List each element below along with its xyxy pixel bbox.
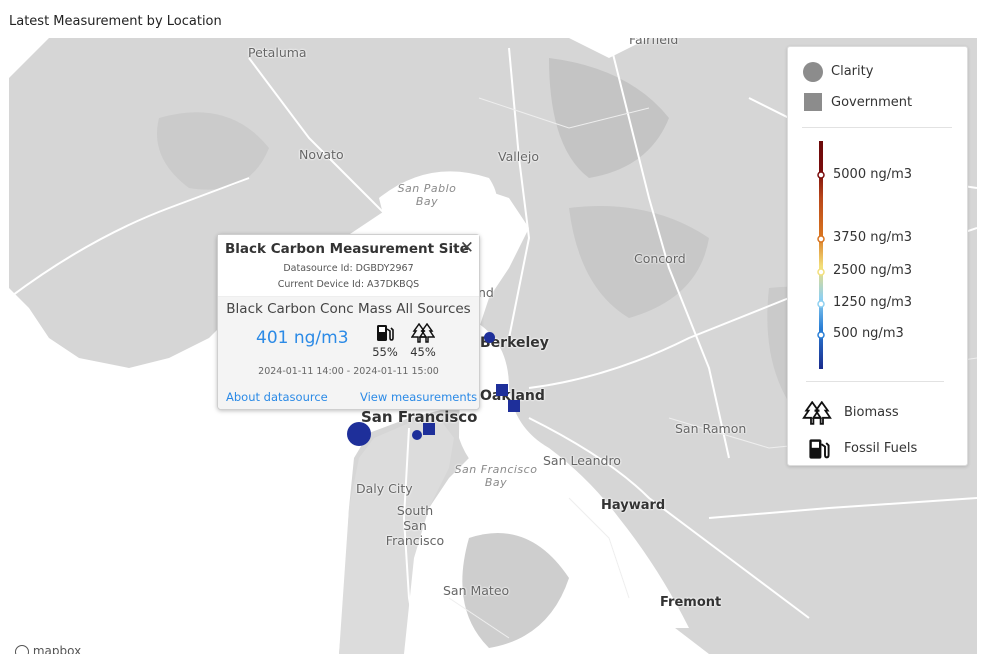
popup-title: Black Carbon Measurement Site (225, 241, 469, 257)
legend-scale-1250: 1250 ng/m3 (833, 295, 913, 310)
trees-icon (409, 322, 437, 347)
datasource-id: Datasource Id: DGBDY2967 (283, 263, 414, 274)
legend-government-label: Government (831, 95, 913, 110)
marker-clarity-large[interactable] (347, 422, 371, 446)
place-label-south-sf: South San Francisco (385, 503, 445, 548)
legend-panel: Clarity Government 5000 ng/m3 3750 ng/m3… (787, 46, 968, 466)
government-square-icon (804, 93, 822, 111)
place-label-san-ramon: San Ramon (675, 421, 747, 436)
place-label-san-leandro: San Leandro (543, 453, 621, 468)
legend-biomass-label: Biomass (844, 405, 899, 420)
time-range: 2024-01-11 14:00 - 2024-01-11 15:00 (258, 366, 439, 377)
legend-scale-2500: 2500 ng/m3 (833, 263, 913, 278)
about-datasource-link[interactable]: About datasource (226, 390, 328, 404)
mapbox-logo[interactable]: mapbox (15, 644, 81, 654)
clarity-circle-icon (803, 62, 823, 82)
color-scale-bar (817, 141, 825, 369)
fossil-fuels-percent: 55% (372, 345, 398, 359)
fuel-pump-icon (371, 323, 399, 347)
place-label-petaluma: Petaluma (248, 45, 307, 60)
legend-clarity-label: Clarity (831, 64, 874, 79)
marker-clarity-sf[interactable] (412, 430, 422, 440)
water-label-san-pablo-bay: San Pablo Bay (397, 182, 457, 208)
legend-scale-500: 500 ng/m3 (833, 326, 904, 341)
marker-government-oakland-1[interactable] (496, 384, 508, 396)
biomass-percent: 45% (410, 345, 436, 359)
place-label-richmond-partial: nd (478, 285, 494, 300)
place-label-daly-city: Daly City (356, 481, 413, 496)
place-label-fairfield: Fairfield (629, 38, 679, 47)
mapbox-icon (15, 644, 29, 654)
place-label-vallejo: Vallejo (498, 149, 539, 164)
trees-icon (802, 400, 832, 429)
marker-government-oakland-2[interactable] (508, 400, 520, 412)
place-label-hayward: Hayward (601, 498, 666, 513)
legend-divider-2 (806, 381, 944, 382)
place-label-san-francisco: San Francisco (361, 408, 478, 426)
legend-scale-5000: 5000 ng/m3 (833, 167, 913, 182)
place-label-novato: Novato (299, 147, 344, 162)
legend-divider (802, 127, 952, 128)
legend-scale-3750: 3750 ng/m3 (833, 230, 913, 245)
water-label-sf-bay: San Francisco Bay (454, 463, 538, 489)
marker-clarity-berkeley[interactable] (484, 332, 495, 343)
fuel-pump-icon (807, 437, 831, 465)
close-icon[interactable]: ✕ (460, 238, 474, 258)
device-id: Current Device Id: A37DKBQS (277, 279, 420, 290)
site-popup: Black Carbon Measurement Site ✕ Datasour… (217, 234, 480, 410)
legend-fossil-fuels-label: Fossil Fuels (844, 441, 918, 456)
marker-government-sf[interactable] (423, 423, 435, 435)
place-label-san-mateo: San Mateo (443, 583, 510, 598)
measurement-value: 401 ng/m3 (256, 328, 349, 348)
view-measurements-link[interactable]: View measurements (360, 390, 477, 404)
place-label-concord: Concord (634, 251, 686, 266)
parameter-name: Black Carbon Conc Mass All Sources (226, 301, 471, 317)
page-title: Latest Measurement by Location (9, 14, 222, 29)
place-label-fremont: Fremont (660, 595, 722, 610)
